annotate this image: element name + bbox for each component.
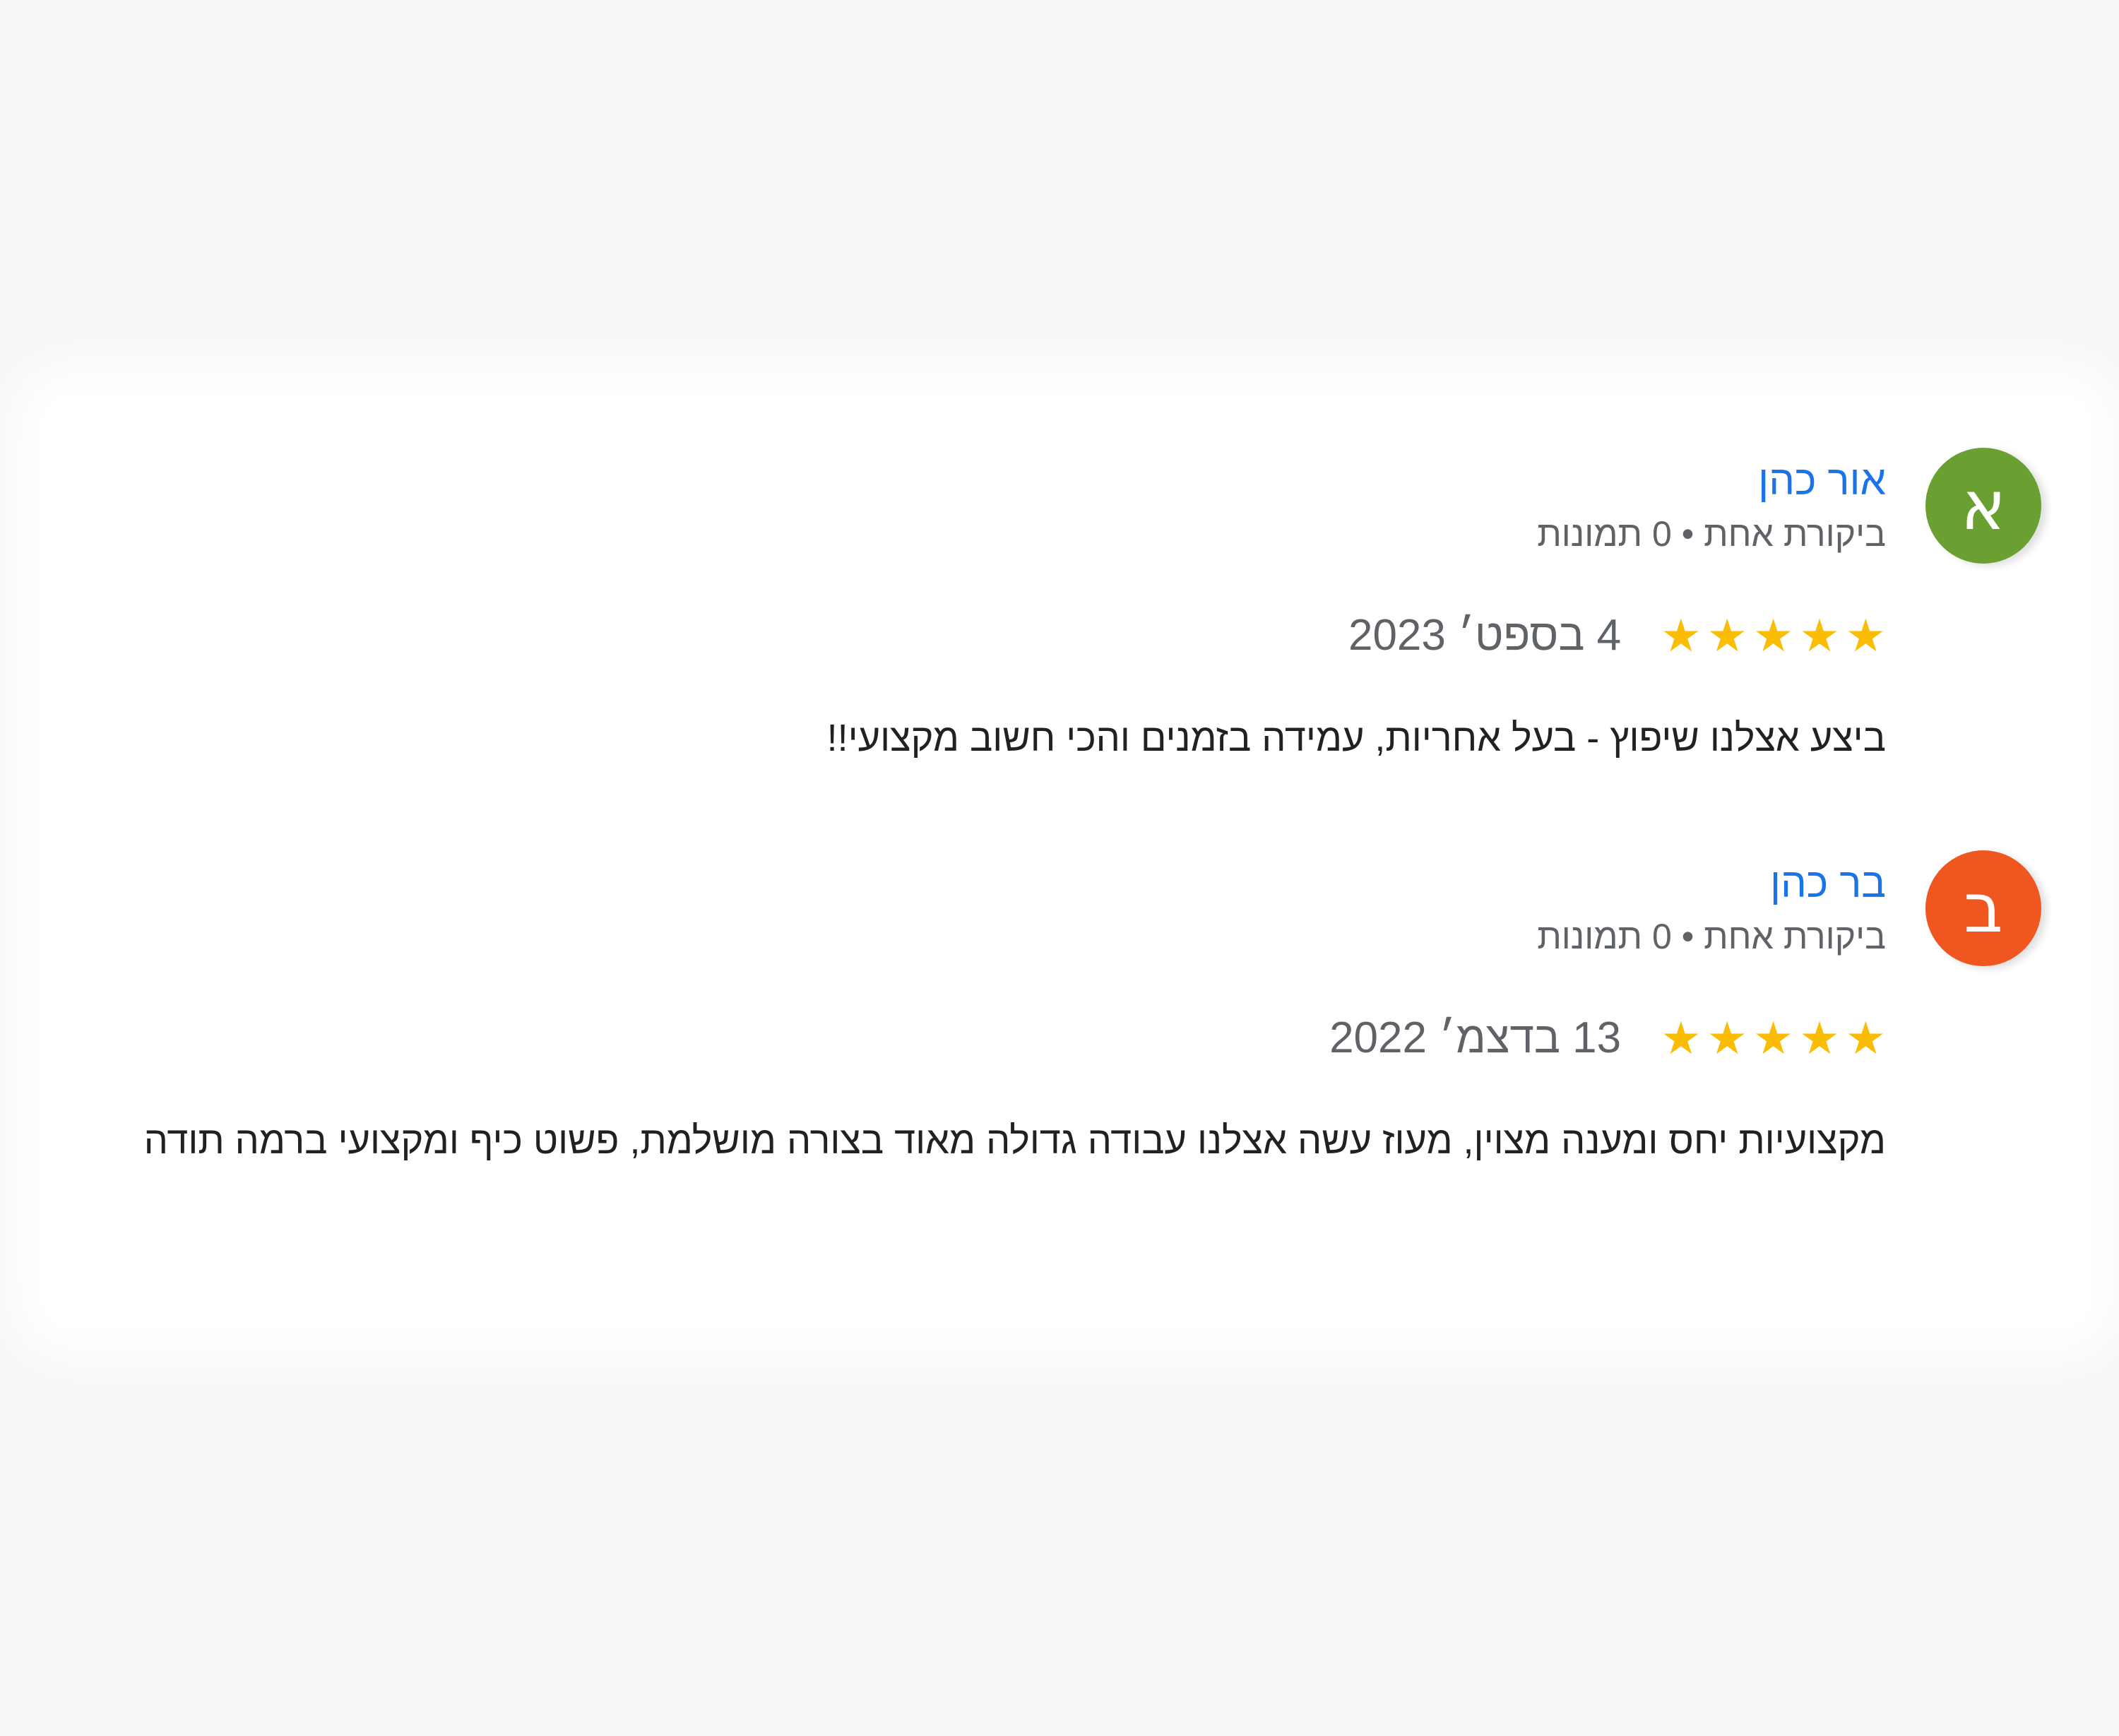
star-icon: ★ [1661, 1013, 1702, 1064]
star-icon: ★ [1661, 610, 1702, 661]
reviewer-name[interactable]: אור כהן [1758, 456, 1886, 506]
rating-row: ★ ★ ★ ★ ★ 4 בספט׳ 2023 [1348, 607, 1886, 664]
star-icon: ★ [1752, 610, 1794, 661]
star-icon: ★ [1707, 610, 1747, 661]
avatar[interactable]: ב [1925, 850, 2041, 966]
star-icon: ★ [1752, 1013, 1794, 1064]
star-icon: ★ [1799, 1013, 1840, 1064]
reviewer-meta: ביקורת אחת • 0 תמונות [1537, 514, 1886, 554]
star-icon: ★ [1799, 610, 1840, 661]
star-icon: ★ [1707, 1013, 1747, 1064]
reviewer-meta: ביקורת אחת • 0 תמונות [1537, 917, 1886, 956]
review-date: 4 בספט׳ 2023 [1348, 611, 1622, 660]
star-rating: ★ ★ ★ ★ ★ [1661, 607, 1886, 664]
star-rating: ★ ★ ★ ★ ★ [1661, 1010, 1886, 1066]
review-date: 13 בדצמ׳ 2022 [1329, 1013, 1622, 1062]
review-text: מקצועיות יחס ומענה מצוין, מעוז עשה אצלנו… [143, 1119, 1886, 1162]
review-text: ביצע אצלנו שיפוץ - בעל אחריות, עמידה בזמ… [826, 717, 1886, 759]
reviewer-name[interactable]: בר כהן [1770, 859, 1886, 908]
star-icon: ★ [1845, 1013, 1886, 1064]
rating-row: ★ ★ ★ ★ ★ 13 בדצמ׳ 2022 [1329, 1010, 1886, 1066]
star-icon: ★ [1845, 610, 1886, 661]
avatar[interactable]: א [1925, 448, 2041, 564]
